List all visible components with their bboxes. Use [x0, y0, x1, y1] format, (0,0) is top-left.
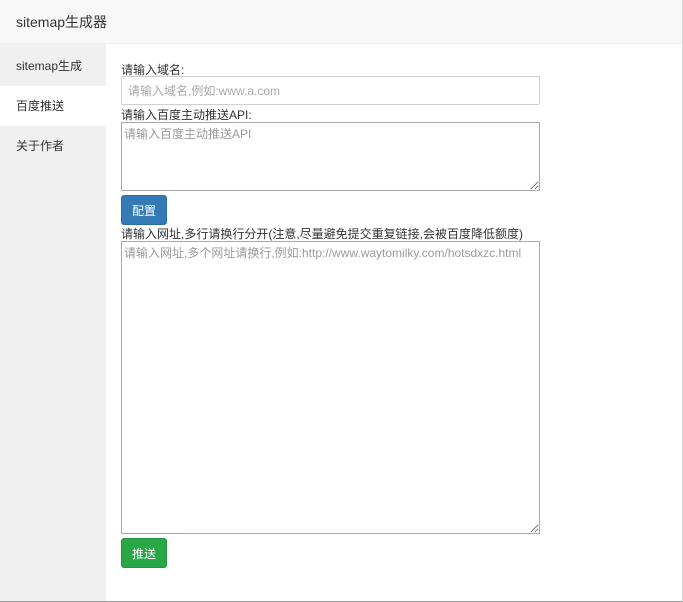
main-content: 请输入域名: 请输入百度主动推送API: 配置 请输入网址,多行请换行分开(注意… [106, 44, 682, 601]
urls-label: 请输入网址,多行请换行分开(注意,尽量避免提交重复链接,会被百度降低额度) [121, 227, 523, 241]
sidebar: sitemap生成 百度推送 关于作者 [0, 44, 106, 601]
sidebar-item-sitemap[interactable]: sitemap生成 [0, 46, 106, 86]
domain-input[interactable] [121, 76, 540, 105]
sidebar-item-baidu-push[interactable]: 百度推送 [0, 86, 106, 126]
config-button[interactable]: 配置 [121, 195, 167, 225]
push-button[interactable]: 推送 [121, 538, 167, 568]
api-label: 请输入百度主动推送API: [121, 108, 252, 122]
domain-label: 请输入域名: [121, 63, 185, 77]
api-textarea[interactable] [121, 122, 540, 191]
sidebar-item-about-author[interactable]: 关于作者 [0, 126, 106, 166]
urls-textarea[interactable] [121, 241, 540, 534]
titlebar: sitemap生成器 [0, 0, 682, 44]
window-title: sitemap生成器 [16, 14, 108, 30]
app-window: sitemap生成器 sitemap生成 百度推送 关于作者 请输入域名: 请输… [0, 0, 683, 602]
